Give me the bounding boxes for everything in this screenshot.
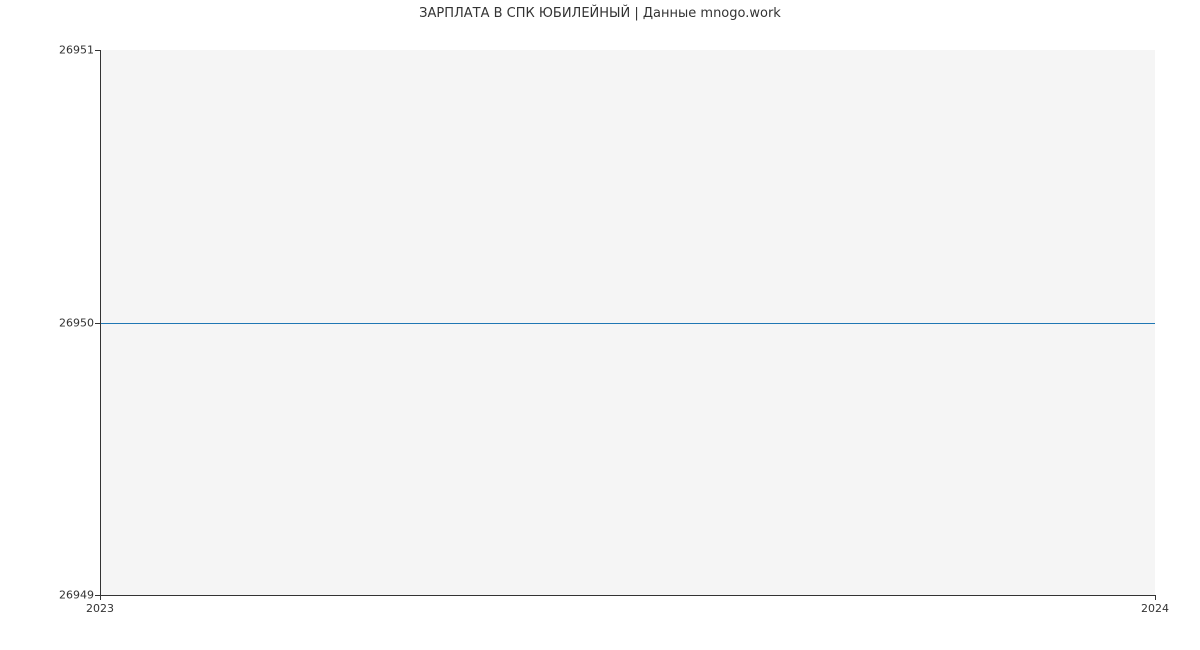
y-tick-label: 26950 xyxy=(4,316,94,329)
x-tick-mark xyxy=(100,595,101,600)
x-tick-mark xyxy=(1155,595,1156,600)
y-tick-mark xyxy=(95,323,100,324)
series-salary xyxy=(100,323,1155,324)
chart-title: ЗАРПЛАТА В СПК ЮБИЛЕЙНЫЙ | Данные mnogo.… xyxy=(0,6,1200,21)
y-tick-label: 26951 xyxy=(4,44,94,57)
y-tick-label: 26949 xyxy=(4,589,94,602)
y-tick-mark xyxy=(95,50,100,51)
chart-container: ЗАРПЛАТА В СПК ЮБИЛЕЙНЫЙ | Данные mnogo.… xyxy=(0,0,1200,650)
y-axis xyxy=(100,50,101,595)
x-tick-label: 2024 xyxy=(1141,602,1169,615)
x-tick-label: 2023 xyxy=(86,602,114,615)
x-axis xyxy=(100,595,1155,596)
